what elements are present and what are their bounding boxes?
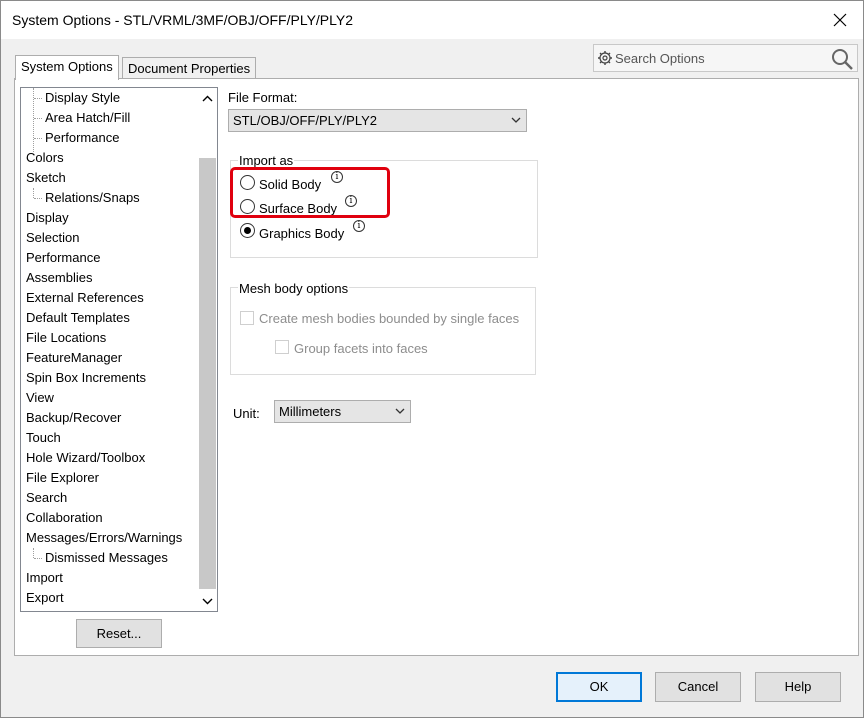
tree-guide-line [34, 198, 42, 199]
ok-button[interactable]: OK [556, 672, 642, 702]
solid-body-label[interactable]: Solid Body [259, 177, 321, 192]
tree-item-view[interactable]: View [26, 388, 54, 408]
scroll-up-button[interactable] [199, 89, 216, 107]
tree-item-external-references[interactable]: External References [26, 288, 144, 308]
chevron-down-icon [511, 117, 521, 123]
tree-item-file-locations[interactable]: File Locations [26, 328, 106, 348]
surface-body-label[interactable]: Surface Body [259, 201, 337, 216]
tree-item-area-hatch-fill[interactable]: Area Hatch/Fill [45, 108, 130, 128]
unit-value: Millimeters [279, 404, 342, 419]
tree-item-file-explorer[interactable]: File Explorer [26, 468, 99, 488]
tree-item-sketch[interactable]: Sketch [26, 168, 66, 188]
mesh-body-options-group [230, 287, 536, 375]
gear-icon [598, 51, 612, 65]
create-mesh-bodies-label[interactable]: Create mesh bodies bounded by single fac… [259, 311, 519, 326]
close-button[interactable] [817, 1, 863, 39]
tree-guide-line [33, 548, 34, 558]
tree-guide-line [33, 188, 34, 198]
tree-guide-line [34, 118, 42, 119]
tree-item-performance-sub[interactable]: Performance [45, 128, 119, 148]
tree-item-selection[interactable]: Selection [26, 228, 79, 248]
tree-item-hole-wizard-toolbox[interactable]: Hole Wizard/Toolbox [26, 448, 145, 468]
search-icon[interactable] [830, 47, 854, 71]
tree-item-default-templates[interactable]: Default Templates [26, 308, 130, 328]
tree-item-import[interactable]: Import [26, 568, 63, 588]
search-input[interactable]: Search Options [615, 51, 705, 66]
group-facets-label[interactable]: Group facets into faces [294, 341, 428, 356]
group-facets-checkbox[interactable] [275, 340, 289, 354]
info-icon[interactable]: i [331, 171, 343, 183]
tree-item-colors[interactable]: Colors [26, 148, 64, 168]
close-icon [833, 13, 847, 27]
tree-item-backup-recover[interactable]: Backup/Recover [26, 408, 121, 428]
tree-item-spin-box-increments[interactable]: Spin Box Increments [26, 368, 146, 388]
system-options-dialog: System Options - STL/VRML/3MF/OBJ/OFF/PL… [0, 0, 864, 718]
tree-item-collaboration[interactable]: Collaboration [26, 508, 103, 528]
tree-guide-line [34, 98, 42, 99]
reset-button[interactable]: Reset... [76, 619, 162, 648]
info-icon[interactable]: i [345, 195, 357, 207]
tree-item-messages-errors-warnings[interactable]: Messages/Errors/Warnings [26, 528, 182, 548]
file-format-select[interactable]: STL/OBJ/OFF/PLY/PLY2 [228, 109, 527, 132]
create-mesh-bodies-checkbox[interactable] [240, 311, 254, 325]
chevron-up-icon [202, 95, 213, 101]
chevron-down-icon [202, 598, 213, 604]
graphics-body-radio[interactable] [240, 223, 255, 238]
tree-item-assemblies[interactable]: Assemblies [26, 268, 92, 288]
tab-document-properties[interactable]: Document Properties [122, 57, 257, 79]
window-title: System Options - STL/VRML/3MF/OBJ/OFF/PL… [12, 12, 354, 28]
file-format-label: File Format: [228, 90, 298, 105]
scroll-down-button[interactable] [199, 592, 216, 610]
help-button[interactable]: Help [755, 672, 841, 702]
tree-guide-line [34, 138, 42, 139]
scroll-thumb[interactable] [199, 158, 216, 589]
solid-body-radio[interactable] [240, 175, 255, 190]
tree-item-export[interactable]: Export [26, 588, 64, 608]
tree-item-display[interactable]: Display [26, 208, 69, 228]
options-tree[interactable]: Display Style Area Hatch/Fill Performanc… [20, 87, 218, 612]
file-format-value: STL/OBJ/OFF/PLY/PLY2 [233, 113, 378, 128]
tree-item-performance[interactable]: Performance [26, 248, 100, 268]
tab-system-options[interactable]: System Options [15, 55, 119, 80]
surface-body-radio[interactable] [240, 199, 255, 214]
tree-scrollbar[interactable] [199, 88, 217, 611]
import-as-title: Import as [238, 153, 295, 168]
tree-item-touch[interactable]: Touch [26, 428, 61, 448]
search-options-box[interactable]: Search Options [593, 44, 858, 72]
tree-item-search[interactable]: Search [26, 488, 67, 508]
title-bar: System Options - STL/VRML/3MF/OBJ/OFF/PL… [1, 1, 863, 39]
unit-select[interactable]: Millimeters [274, 400, 411, 423]
unit-label: Unit: [233, 406, 260, 421]
graphics-body-label[interactable]: Graphics Body [259, 226, 344, 241]
tree-item-display-style[interactable]: Display Style [45, 88, 120, 108]
tree-guide-line [34, 558, 42, 559]
tree-guide-line [33, 88, 34, 152]
cancel-button[interactable]: Cancel [655, 672, 741, 702]
mesh-body-options-title: Mesh body options [238, 281, 350, 296]
info-icon[interactable]: i [353, 220, 365, 232]
tree-item-featuremanager[interactable]: FeatureManager [26, 348, 122, 368]
tree-item-dismissed-messages[interactable]: Dismissed Messages [45, 548, 168, 568]
tree-item-relations-snaps[interactable]: Relations/Snaps [45, 188, 140, 208]
chevron-down-icon [395, 408, 405, 414]
